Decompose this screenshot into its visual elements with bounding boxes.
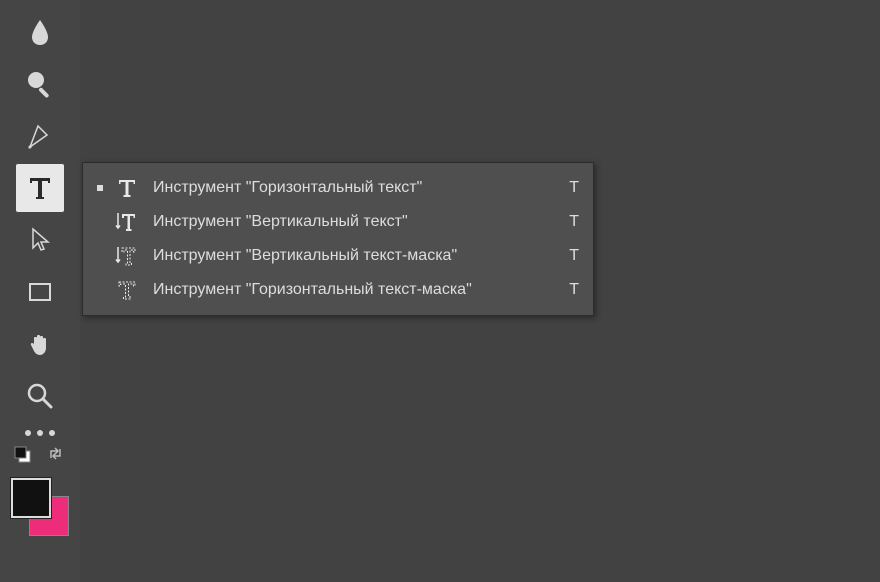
pen-tool[interactable] — [16, 112, 64, 160]
horizontal-type-mask-icon — [109, 278, 145, 302]
magnifier-icon — [25, 381, 55, 411]
swap-colors-icon[interactable] — [48, 446, 66, 464]
pen-icon — [25, 121, 55, 151]
dodge-tool[interactable] — [16, 60, 64, 108]
toolbar — [0, 0, 80, 582]
arrow-cursor-icon — [26, 226, 54, 254]
color-controls — [14, 446, 66, 464]
foreground-color-swatch[interactable] — [11, 478, 51, 518]
flyout-item-vertical-type[interactable]: Инструмент "Вертикальный текст" T — [83, 205, 593, 239]
flyout-item-label: Инструмент "Вертикальный текст" — [145, 213, 553, 231]
flyout-item-shortcut: T — [553, 179, 579, 197]
vertical-type-mask-icon — [109, 244, 145, 268]
vertical-type-icon — [109, 210, 145, 234]
type-tool[interactable] — [16, 164, 64, 212]
edit-toolbar-button[interactable] — [25, 430, 55, 436]
type-icon — [25, 173, 55, 203]
flyout-item-label: Инструмент "Горизонтальный текст" — [145, 179, 553, 197]
rectangle-icon — [25, 277, 55, 307]
zoom-tool[interactable] — [16, 372, 64, 420]
flyout-item-shortcut: T — [553, 281, 579, 299]
flyout-item-vertical-type-mask[interactable]: Инструмент "Вертикальный текст-маска" T — [83, 239, 593, 273]
flyout-item-label: Инструмент "Вертикальный текст-маска" — [145, 247, 553, 265]
default-colors-icon[interactable] — [14, 446, 32, 464]
hand-icon — [25, 329, 55, 359]
flyout-item-shortcut: T — [553, 213, 579, 231]
hand-tool[interactable] — [16, 320, 64, 368]
path-selection-tool[interactable] — [16, 216, 64, 264]
horizontal-type-icon — [109, 176, 145, 200]
magnifier-lollipop-icon — [25, 69, 55, 99]
flyout-item-horizontal-type[interactable]: Инструмент "Горизонтальный текст" T — [83, 171, 593, 205]
flyout-item-shortcut: T — [553, 247, 579, 265]
flyout-item-horizontal-type-mask[interactable]: Инструмент "Горизонтальный текст-маска" … — [83, 273, 593, 307]
droplet-icon — [25, 17, 55, 47]
rectangle-tool[interactable] — [16, 268, 64, 316]
blur-tool[interactable] — [16, 8, 64, 56]
type-tool-flyout: Инструмент "Горизонтальный текст" T Инст… — [82, 162, 594, 316]
selected-indicator — [91, 185, 109, 191]
flyout-item-label: Инструмент "Горизонтальный текст-маска" — [145, 281, 553, 299]
color-swatches[interactable] — [11, 478, 69, 536]
